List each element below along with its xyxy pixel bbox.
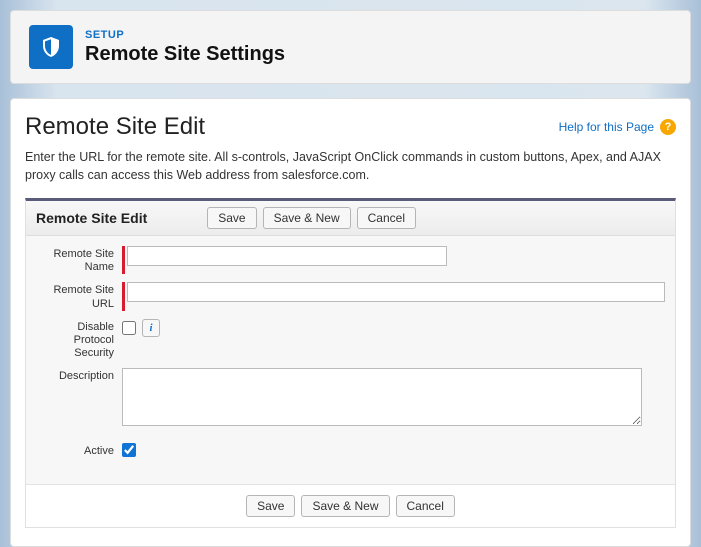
description-textarea[interactable] — [122, 368, 642, 426]
save-button[interactable]: Save — [207, 207, 256, 229]
form-body: Remote Site Name Remote Site URL Disable… — [26, 236, 675, 484]
save-and-new-button[interactable]: Save & New — [263, 207, 351, 229]
main-card: Remote Site Edit Help for this Page ? En… — [10, 98, 691, 547]
disable-protocol-checkbox[interactable] — [122, 321, 136, 335]
cancel-button[interactable]: Cancel — [357, 207, 416, 229]
active-checkbox[interactable] — [122, 443, 136, 457]
row-remote-site-name: Remote Site Name — [36, 246, 665, 274]
save-button-footer[interactable]: Save — [246, 495, 295, 517]
required-indicator — [122, 282, 125, 310]
setup-title: Remote Site Settings — [85, 43, 285, 66]
info-icon[interactable]: i — [142, 319, 160, 337]
cancel-button-footer[interactable]: Cancel — [396, 495, 455, 517]
row-remote-site-url: Remote Site URL — [36, 282, 665, 310]
help-link-label: Help for this Page — [559, 120, 654, 134]
required-indicator — [122, 246, 125, 274]
panel-footer: Save Save & New Cancel — [26, 484, 675, 527]
help-icon: ? — [660, 119, 676, 135]
section-title: Remote Site Edit — [36, 210, 147, 226]
row-active: Active — [36, 443, 665, 462]
edit-panel: Remote Site Edit Save Save & New Cancel … — [25, 198, 676, 528]
label-disable-protocol: Disable Protocol Security — [36, 319, 122, 361]
row-disable-protocol-security: Disable Protocol Security i — [36, 319, 665, 361]
label-description: Description — [36, 368, 122, 383]
page-title: Remote Site Edit — [25, 113, 205, 141]
label-remote-site-name: Remote Site Name — [36, 246, 122, 274]
label-active: Active — [36, 443, 122, 458]
remote-site-url-input[interactable] — [127, 282, 665, 302]
setup-overline: SETUP — [85, 29, 285, 41]
save-and-new-button-footer[interactable]: Save & New — [301, 495, 389, 517]
row-description: Description — [36, 368, 665, 431]
intro-text: Enter the URL for the remote site. All s… — [25, 149, 676, 184]
label-remote-site-url: Remote Site URL — [36, 282, 122, 310]
setup-header: SETUP Remote Site Settings — [10, 10, 691, 84]
help-link[interactable]: Help for this Page ? — [559, 119, 676, 135]
panel-header: Remote Site Edit Save Save & New Cancel — [26, 201, 675, 236]
shield-icon — [29, 25, 73, 69]
remote-site-name-input[interactable] — [127, 246, 447, 266]
